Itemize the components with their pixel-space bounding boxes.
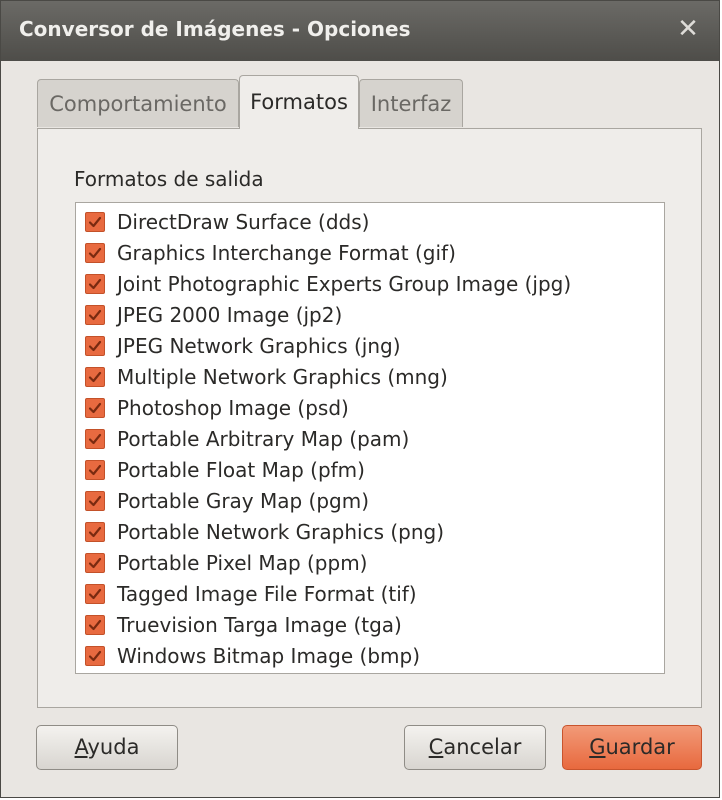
list-item[interactable]: Portable Float Map (pfm): [76, 454, 664, 485]
list-item[interactable]: DirectDraw Surface (dds): [76, 206, 664, 237]
save-accel: G: [589, 735, 606, 759]
save-button[interactable]: Guardar: [562, 725, 702, 770]
formats-panel: Formatos de salida DirectDraw Surface (d…: [37, 128, 702, 708]
list-item[interactable]: Portable Network Graphics (png): [76, 516, 664, 547]
tab-interfaz[interactable]: Interfaz: [359, 79, 463, 127]
list-item[interactable]: Portable Pixel Map (ppm): [76, 547, 664, 578]
checkbox-icon[interactable]: [85, 366, 105, 387]
help-accel: A: [74, 735, 88, 759]
list-item[interactable]: Joint Photographic Experts Group Image (…: [76, 268, 664, 299]
checkbox-icon[interactable]: [85, 490, 105, 511]
format-label: Graphics Interchange Format (gif): [117, 240, 456, 265]
format-label: Portable Pixel Map (ppm): [117, 550, 368, 575]
section-label: Formatos de salida: [74, 167, 264, 191]
list-item[interactable]: Photoshop Image (psd): [76, 392, 664, 423]
format-label: JPEG Network Graphics (jng): [117, 333, 401, 358]
format-label: Photoshop Image (psd): [117, 395, 349, 420]
checkbox-icon[interactable]: [85, 335, 105, 356]
title-bar[interactable]: Conversor de Imágenes - Opciones ✕: [1, 1, 719, 61]
options-dialog: Conversor de Imágenes - Opciones ✕ Compo…: [0, 0, 720, 798]
checkbox-icon[interactable]: [85, 428, 105, 449]
list-item[interactable]: Graphics Interchange Format (gif): [76, 237, 664, 268]
list-item[interactable]: Windows Bitmap Image (bmp): [76, 640, 664, 671]
cancel-accel: C: [428, 735, 444, 759]
list-item[interactable]: Portable Arbitrary Map (pam): [76, 423, 664, 454]
list-item[interactable]: Portable Gray Map (pgm): [76, 485, 664, 516]
checkbox-icon[interactable]: [85, 459, 105, 480]
checkbox-icon[interactable]: [85, 583, 105, 604]
output-formats-list[interactable]: DirectDraw Surface (dds) Graphics Interch…: [75, 202, 665, 674]
format-label: Joint Photographic Experts Group Image (…: [117, 271, 572, 296]
checkbox-icon[interactable]: [85, 273, 105, 294]
checkbox-icon[interactable]: [85, 614, 105, 635]
format-label: Truevision Targa Image (tga): [117, 612, 402, 637]
help-label: yuda: [87, 735, 140, 759]
checkbox-icon[interactable]: [85, 397, 105, 418]
list-item[interactable]: JPEG 2000 Image (jp2): [76, 299, 664, 330]
help-button[interactable]: Ayuda: [36, 725, 178, 770]
close-icon[interactable]: ✕: [673, 14, 703, 44]
format-label: DirectDraw Surface (dds): [117, 209, 370, 234]
format-label: Portable Float Map (pfm): [117, 457, 365, 482]
checkbox-icon[interactable]: [85, 304, 105, 325]
format-label: Tagged Image File Format (tif): [117, 581, 417, 606]
checkbox-icon[interactable]: [85, 211, 105, 232]
cancel-label: ancelar: [443, 735, 522, 759]
tab-formatos[interactable]: Formatos: [239, 75, 359, 129]
format-label: Portable Gray Map (pgm): [117, 488, 370, 513]
checkbox-icon[interactable]: [85, 552, 105, 573]
format-label: Portable Network Graphics (png): [117, 519, 445, 544]
format-label: Multiple Network Graphics (mng): [117, 364, 448, 389]
checkbox-icon[interactable]: [85, 521, 105, 542]
list-item[interactable]: JPEG Network Graphics (jng): [76, 330, 664, 361]
cancel-button[interactable]: Cancelar: [404, 725, 546, 770]
format-label: Windows Bitmap Image (bmp): [117, 643, 421, 668]
list-item[interactable]: Truevision Targa Image (tga): [76, 609, 664, 640]
format-label: Portable Arbitrary Map (pam): [117, 426, 410, 451]
window-title: Conversor de Imágenes - Opciones: [19, 17, 411, 41]
checkbox-icon[interactable]: [85, 242, 105, 263]
format-label: JPEG 2000 Image (jp2): [117, 302, 343, 327]
checkbox-icon[interactable]: [85, 645, 105, 666]
list-item[interactable]: Multiple Network Graphics (mng): [76, 361, 664, 392]
list-item[interactable]: Tagged Image File Format (tif): [76, 578, 664, 609]
save-label: uardar: [605, 735, 675, 759]
tab-comportamiento[interactable]: Comportamiento: [37, 79, 239, 127]
